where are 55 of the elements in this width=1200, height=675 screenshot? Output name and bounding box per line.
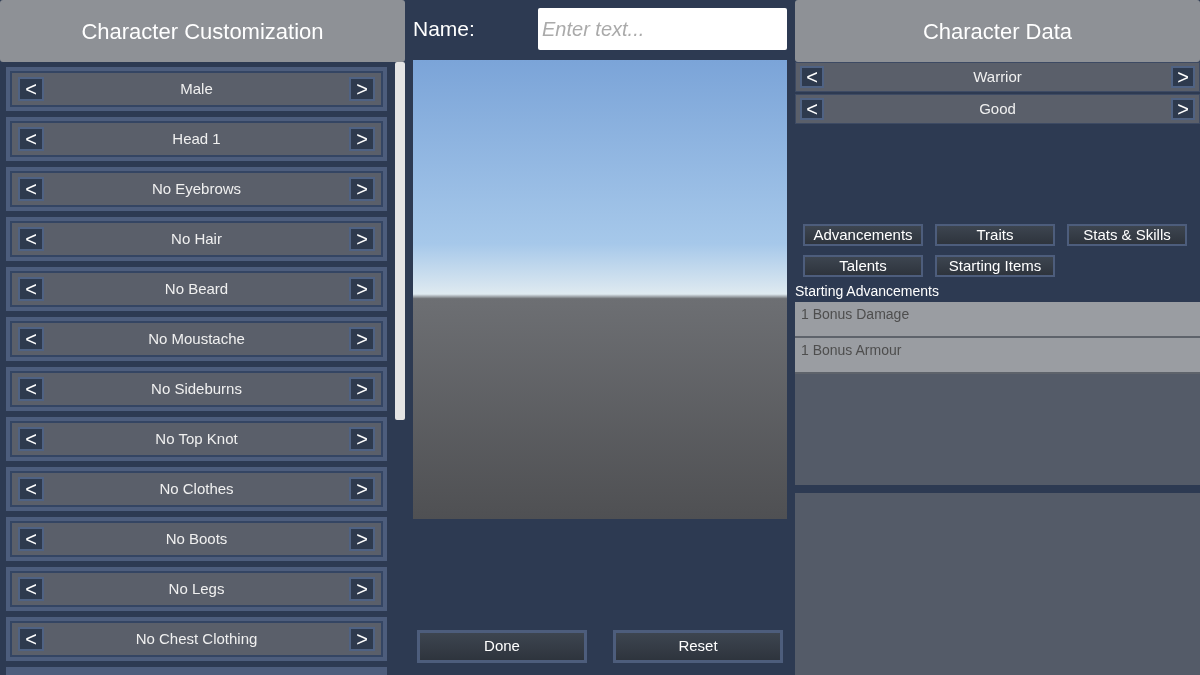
next-button[interactable]: > bbox=[349, 627, 375, 651]
option-value: No Eyebrows bbox=[150, 178, 243, 199]
next-button[interactable]: > bbox=[1171, 66, 1195, 88]
option-value: No Hair bbox=[170, 228, 223, 249]
section-label: Starting Advancements bbox=[795, 282, 940, 301]
previous-button[interactable]: < bbox=[18, 277, 44, 301]
previous-button[interactable]: < bbox=[18, 227, 44, 251]
previous-button[interactable]: < bbox=[18, 477, 44, 501]
previous-button[interactable]: < bbox=[18, 77, 44, 101]
option-value: No Chest Clothing bbox=[134, 628, 259, 649]
next-button[interactable]: > bbox=[349, 277, 375, 301]
option-value: Warrior bbox=[972, 66, 1023, 87]
tab-button[interactable]: Talents bbox=[803, 255, 923, 277]
name-input-field[interactable]: Enter text... bbox=[538, 8, 787, 50]
next-button[interactable]: > bbox=[349, 327, 375, 351]
panel-title: Character Customization bbox=[0, 0, 405, 62]
action-button[interactable]: Reset bbox=[613, 630, 783, 663]
next-button[interactable]: > bbox=[349, 177, 375, 201]
action-button[interactable]: Done bbox=[417, 630, 587, 663]
next-button[interactable]: > bbox=[349, 377, 375, 401]
option-value: Head 1 bbox=[171, 128, 222, 149]
scrollbar-thumb[interactable] bbox=[395, 62, 405, 420]
next-button[interactable]: > bbox=[349, 77, 375, 101]
next-button[interactable]: > bbox=[349, 227, 375, 251]
option-value: No Legs bbox=[167, 578, 226, 599]
previous-button[interactable]: < bbox=[18, 627, 44, 651]
previous-button[interactable]: < bbox=[18, 177, 44, 201]
option-value: No Clothes bbox=[158, 478, 235, 499]
previous-button[interactable]: < bbox=[800, 66, 824, 88]
panel-title: Character Data bbox=[795, 0, 1200, 62]
next-button[interactable]: > bbox=[349, 577, 375, 601]
previous-button[interactable]: < bbox=[18, 377, 44, 401]
option-value: No Beard bbox=[163, 278, 230, 299]
option-value: No Sideburns bbox=[150, 378, 243, 399]
previous-button[interactable]: < bbox=[18, 527, 44, 551]
tab-button[interactable]: Advancements bbox=[803, 224, 923, 246]
previous-button[interactable]: < bbox=[800, 98, 824, 120]
next-button[interactable]: > bbox=[349, 527, 375, 551]
next-button[interactable]: > bbox=[349, 127, 375, 151]
tab-button[interactable]: Stats & Skills bbox=[1067, 224, 1187, 246]
next-button[interactable]: > bbox=[1171, 98, 1195, 120]
option-value: Male bbox=[179, 78, 214, 99]
option-value: No Top Knot bbox=[154, 428, 239, 449]
previous-button[interactable]: < bbox=[18, 327, 44, 351]
previous-button[interactable]: < bbox=[18, 577, 44, 601]
previous-button[interactable]: < bbox=[18, 427, 44, 451]
next-button[interactable]: > bbox=[349, 427, 375, 451]
option-value: No Boots bbox=[164, 528, 229, 549]
option-value: Good bbox=[978, 98, 1017, 119]
name-label: Name: bbox=[413, 16, 475, 43]
next-button[interactable]: > bbox=[349, 477, 375, 501]
tab-button[interactable]: Traits bbox=[935, 224, 1055, 246]
option-value: No Moustache bbox=[147, 328, 246, 349]
tab-button[interactable]: Starting Items bbox=[935, 255, 1055, 277]
previous-button[interactable]: < bbox=[18, 127, 44, 151]
